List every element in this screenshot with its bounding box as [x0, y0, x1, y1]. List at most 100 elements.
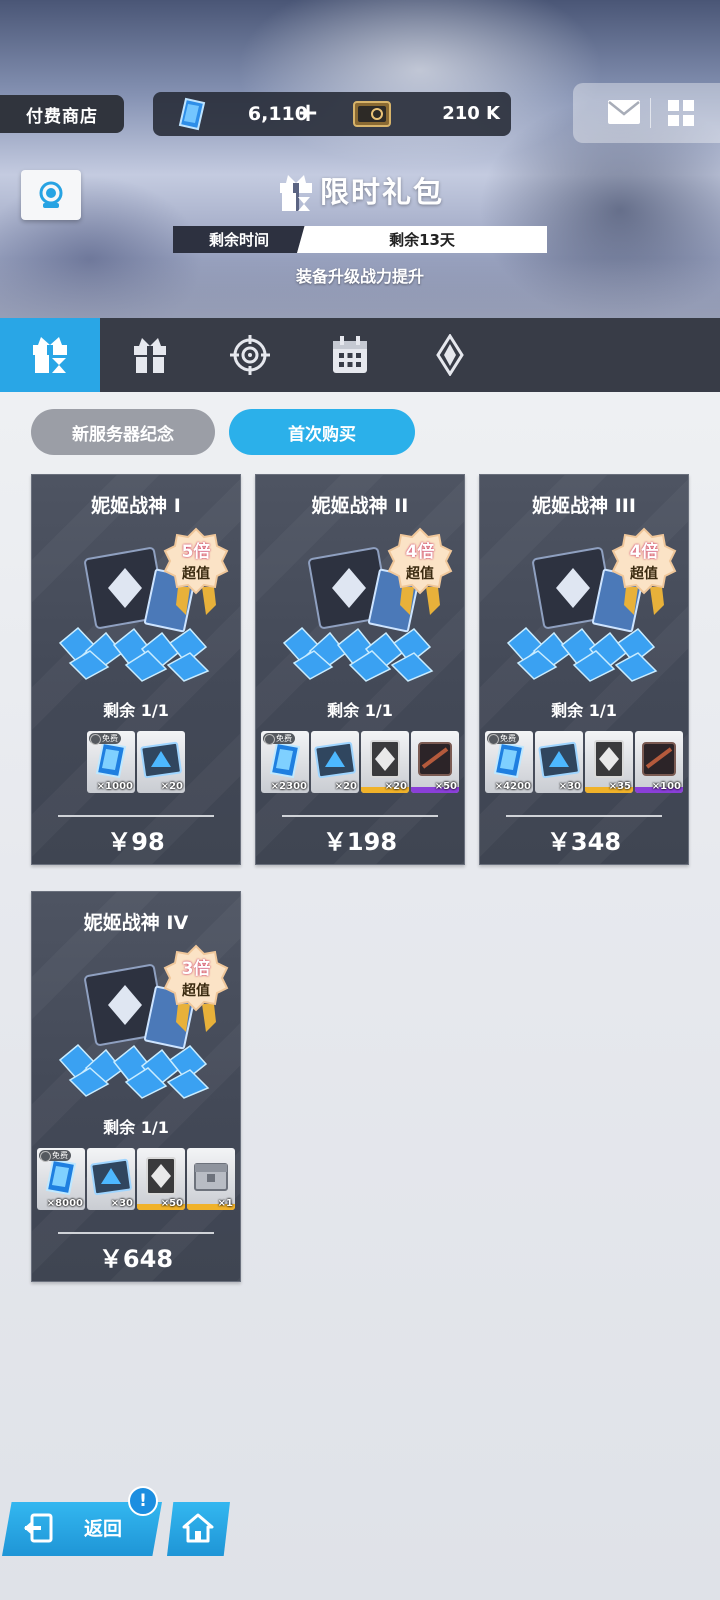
- limited-gift-title-icon: [280, 175, 312, 211]
- pack-price[interactable]: ￥348: [480, 827, 688, 857]
- value-label: 超值: [182, 983, 210, 999]
- limited-gift-icon: [33, 337, 67, 373]
- reward-item[interactable]: 免费 ×2300: [261, 731, 309, 793]
- ticket-icon: [353, 101, 391, 127]
- reward-quantity: ×20: [160, 781, 183, 792]
- reward-item[interactable]: 免费 ×1000: [87, 731, 135, 793]
- value-multiplier: 4倍: [629, 542, 659, 562]
- subtab-first-purchase[interactable]: 首次购买: [229, 409, 415, 455]
- time-remaining-value: 剩余13天: [297, 226, 547, 253]
- reward-item[interactable]: ×100: [635, 731, 683, 793]
- tab-gift-box[interactable]: [100, 318, 200, 392]
- reward-quantity: ×1: [217, 1198, 233, 1209]
- reward-list: 免费 ×2300 ×20 ×20 ×50: [260, 731, 460, 793]
- tab-limited-gift[interactable]: [0, 318, 100, 392]
- pack-name: 妮姬战神 II: [311, 495, 409, 517]
- pack-card[interactable]: 妮姬战神 I 5倍 超值 剩余 1/1 免费 ×1000 ×20 ￥98: [31, 474, 241, 865]
- reward-item[interactable]: ×20: [137, 731, 185, 793]
- card-divider: [506, 815, 662, 817]
- recruit-ticket-icon: [140, 741, 182, 779]
- shop-screen: 付费商店 6,110 + 210 K 限时礼包 剩余时间 剩余13天 装备升级战…: [0, 0, 720, 1600]
- purchase-limit: 剩余 1/1: [103, 1118, 169, 1137]
- reward-quantity: ×4200: [494, 781, 531, 792]
- recruit-ticket-icon: [314, 741, 356, 779]
- mold-icon: [370, 740, 400, 778]
- equipment-icon: [418, 742, 452, 776]
- reward-quantity: ×30: [110, 1198, 133, 1209]
- reward-quantity: ×50: [434, 781, 457, 792]
- tab-diamond-emblem[interactable]: [400, 318, 500, 392]
- pack-name: 妮姬战神 I: [91, 495, 181, 517]
- reward-quantity: ×20: [384, 781, 407, 792]
- pack-price[interactable]: ￥98: [32, 827, 240, 857]
- diamond-emblem-icon: [436, 334, 464, 376]
- reward-quantity: ×50: [160, 1198, 183, 1209]
- target-icon: [230, 335, 270, 375]
- exit-icon: [24, 1513, 53, 1543]
- reward-item[interactable]: ×1: [187, 1148, 235, 1210]
- reward-item[interactable]: ×50: [411, 731, 459, 793]
- subtab-new-server[interactable]: 新服务器纪念: [31, 409, 215, 455]
- reward-quantity: ×100: [651, 781, 681, 792]
- menu-grid-icon[interactable]: [667, 99, 695, 127]
- time-remaining-bar: 剩余时间 剩余13天: [173, 226, 547, 253]
- value-multiplier: 4倍: [405, 542, 435, 562]
- top-right-panel: [573, 83, 720, 143]
- recruit-ticket-icon: [90, 1158, 132, 1196]
- mold-icon: [146, 1157, 176, 1195]
- header-divider: [650, 98, 651, 128]
- card-divider: [58, 815, 214, 817]
- value-label: 超值: [406, 566, 434, 582]
- buy-gems-button[interactable]: +: [294, 98, 322, 128]
- purchase-limit: 剩余 1/1: [327, 701, 393, 720]
- reward-list: 免费 ×4200 ×30 ×35 ×100: [484, 731, 684, 793]
- reward-list: 免费 ×8000 ×30 ×50 ×1: [36, 1148, 236, 1210]
- mail-icon[interactable]: [607, 99, 641, 125]
- reward-quantity: ×1000: [96, 781, 133, 792]
- tab-calendar[interactable]: [300, 318, 400, 392]
- reward-item[interactable]: ×20: [311, 731, 359, 793]
- free-tag: 免费: [487, 733, 519, 745]
- reward-item[interactable]: ×30: [87, 1148, 135, 1210]
- pack-name: 妮姬战神 IV: [83, 912, 189, 934]
- mold-icon: [594, 740, 624, 778]
- gem-icon: [178, 97, 206, 131]
- reward-quantity: ×20: [334, 781, 357, 792]
- reward-item[interactable]: 免费 ×8000: [37, 1148, 85, 1210]
- pack-card[interactable]: 妮姬战神 II 4倍超值剩余 1/1 免费 ×2300 ×20 ×20 ×50 ￥198: [255, 474, 465, 865]
- page-subtitle: 装备升级战力提升: [295, 267, 424, 286]
- pack-card[interactable]: 妮姬战神 IV 3倍超值剩余 1/1 免费 ×8000 ×30 ×50 ×1 ￥648: [31, 891, 241, 1282]
- ticket-count: 210 K: [442, 103, 500, 124]
- pack-name: 妮姬战神 III: [532, 495, 636, 517]
- reward-item[interactable]: ×20: [361, 731, 409, 793]
- home-icon: [182, 1513, 214, 1543]
- reward-item[interactable]: 免费 ×4200: [485, 731, 533, 793]
- headset-icon: [39, 181, 63, 208]
- pack-card[interactable]: 妮姬战神 III 4倍超值剩余 1/1 免费 ×4200 ×30 ×35 ×100 ￥348: [479, 474, 689, 865]
- reward-quantity: ×2300: [270, 781, 307, 792]
- page-title: 限时礼包: [320, 175, 445, 209]
- reward-quantity: ×30: [558, 781, 581, 792]
- back-label: 返回: [84, 1518, 123, 1540]
- pack-price[interactable]: ￥648: [32, 1244, 240, 1274]
- value-multiplier: 3倍: [181, 959, 211, 979]
- purchase-limit: 剩余 1/1: [551, 701, 617, 720]
- time-remaining-label: 剩余时间: [173, 226, 305, 253]
- notification-badge[interactable]: !: [128, 1486, 158, 1516]
- reward-item[interactable]: ×50: [137, 1148, 185, 1210]
- pack-price[interactable]: ￥198: [256, 827, 464, 857]
- calendar-icon: [333, 336, 367, 373]
- free-tag: 免费: [263, 733, 295, 745]
- reward-quantity: ×8000: [46, 1198, 83, 1209]
- gift-box-icon: [134, 338, 166, 373]
- free-tag: 免费: [89, 733, 121, 745]
- reward-item[interactable]: ×30: [535, 731, 583, 793]
- value-label: 超值: [630, 566, 658, 582]
- card-divider: [58, 1232, 214, 1234]
- value-label: 超值: [182, 566, 210, 582]
- value-multiplier: 5倍: [181, 542, 211, 562]
- reward-item[interactable]: ×35: [585, 731, 633, 793]
- supply-box-icon: [194, 1163, 228, 1191]
- reward-list: 免费 ×1000 ×20: [36, 731, 236, 793]
- tab-target[interactable]: [200, 318, 300, 392]
